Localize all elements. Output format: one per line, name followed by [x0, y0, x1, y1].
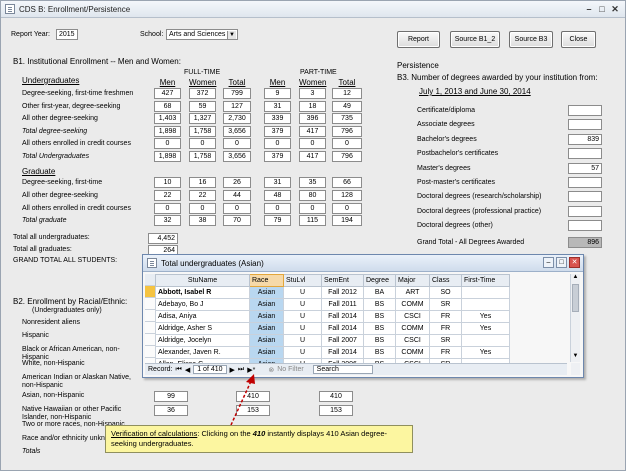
app-window: CDS B: Enrollment/Persistence – □ ✕ Repo… [0, 0, 626, 471]
arrow-head [246, 374, 255, 384]
callout-heading: Verification of calculations [111, 429, 198, 438]
arrow-line [230, 378, 253, 426]
callout-number: 410 [252, 429, 266, 438]
callout-text-a: : Clicking on the [197, 429, 253, 438]
verification-callout: Verification of calculations: Clicking o… [105, 425, 413, 453]
callout-arrow [230, 374, 255, 426]
